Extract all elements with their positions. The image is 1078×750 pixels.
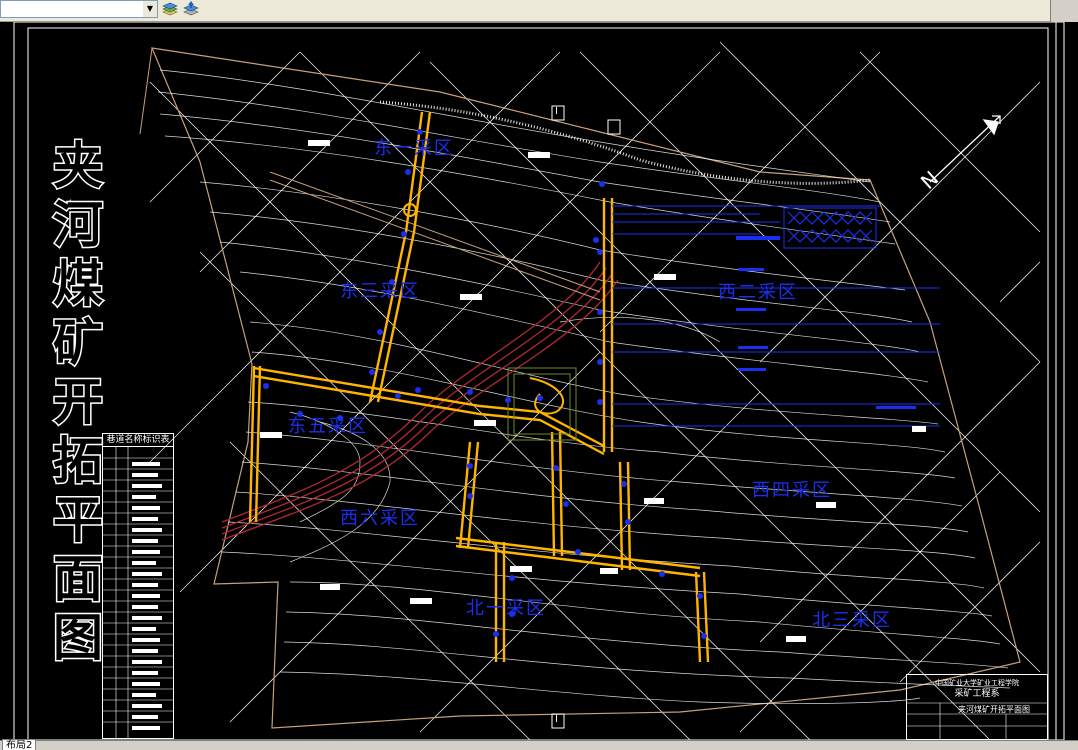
layout-tab-bar: 布局2 (0, 739, 1078, 750)
zone-label-south-5: 东五采区 (288, 416, 368, 437)
title-char: 夹 (52, 136, 105, 197)
zone-label-east-3: 东三采区 (340, 281, 420, 302)
layer-toolbar: ▼ (0, 0, 1078, 22)
zone-label-west-4: 西四采区 (752, 480, 832, 501)
zone-label-west-2: 西二采区 (718, 282, 798, 303)
title-char: 河 (52, 195, 105, 256)
zone-label-north-1: 北一采区 (466, 598, 546, 619)
title-block-department: 采矿工程系 (954, 689, 1000, 699)
zone-label-north-3: 北三采区 (812, 610, 892, 631)
title-char: 开 (52, 372, 105, 433)
zone-label-west-6: 西六采区 (340, 508, 420, 529)
roadway-legend-table: 巷道名称标识表 (102, 433, 174, 739)
section-mark: I (555, 714, 558, 725)
title-char: 矿 (52, 313, 105, 374)
chevron-down-icon[interactable]: ▼ (143, 1, 157, 17)
layer-dropdown[interactable]: ▼ (0, 0, 158, 18)
drawing-viewport[interactable]: 夹 河 煤 矿 开 拓 平 面 图 东一采区 东三采区 西二采区 东五采区 西四… (0, 22, 1078, 740)
toolbar-edge (1050, 0, 1078, 22)
layer-previous-icon[interactable] (181, 0, 201, 18)
title-char: 煤 (52, 254, 105, 315)
section-mark: I (555, 106, 558, 117)
legend-title: 巷道名称标识表 (103, 434, 173, 447)
tab-layout-2[interactable]: 布局2 (2, 739, 37, 750)
zone-label-east-1: 东一采区 (374, 138, 454, 159)
layer-states-icon[interactable] (160, 0, 180, 18)
title-block: 中国矿业大学矿业工程学院 采矿工程系 夹河煤矿开拓平面图 (906, 674, 1048, 740)
title-block-drawing-name: 夹河煤矿开拓平面图 (958, 705, 1030, 714)
